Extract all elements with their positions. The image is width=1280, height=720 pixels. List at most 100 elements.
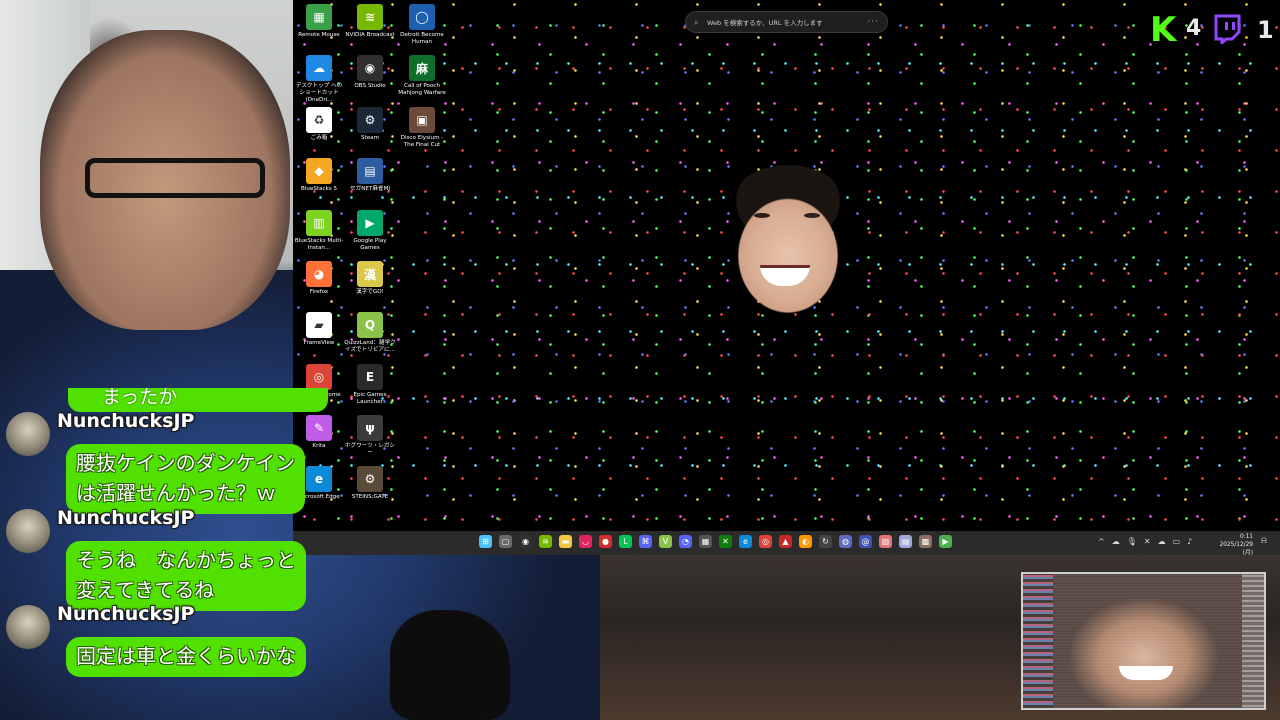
- tray-icon[interactable]: ☁: [1158, 537, 1166, 546]
- desktop-icon[interactable]: ✎ Krita: [293, 415, 345, 450]
- desktop-icon-label: 漢字でGO!: [356, 289, 384, 295]
- app-icon: ⚙: [357, 466, 383, 492]
- app-icon: ▣: [409, 107, 435, 133]
- desktop-icon[interactable]: ▰ FrameView: [293, 312, 345, 347]
- app-icon: 麻: [409, 55, 435, 81]
- taskbar-clock[interactable]: 0:11 2025/12/29 (月): [1213, 533, 1253, 557]
- desktop-icon[interactable]: ⚙ STEINS;GATE: [344, 466, 396, 501]
- more-icon[interactable]: ···: [867, 17, 879, 27]
- desktop-icon[interactable]: ▣ Disco Elysium - The Final Cut: [396, 107, 448, 149]
- desktop-icon-label: STEINS;GATE: [351, 494, 389, 500]
- taskbar-start-icon[interactable]: ⊞: [479, 535, 492, 548]
- taskbar-edge-icon[interactable]: e: [739, 535, 752, 548]
- desktop-icon[interactable]: ◆ BlueStacks 5: [293, 158, 345, 193]
- desktop-icon[interactable]: ▶ Google Play Games: [344, 210, 396, 252]
- taskbar-obs-icon[interactable]: ◉: [519, 535, 532, 548]
- taskbar-app7-icon[interactable]: @: [859, 535, 872, 548]
- streamer-hand: [390, 610, 510, 720]
- desktop-icon[interactable]: 麻 Call of Pooch Mahjong Warfare: [396, 55, 448, 97]
- taskbar-app6-icon[interactable]: ◍: [839, 535, 852, 548]
- desktop-icon[interactable]: ☁ デスクトップ へのショートカット (OneDri...: [293, 55, 345, 104]
- desktop-icon-label: OBS Studio: [354, 83, 386, 89]
- taskbar-app9-icon[interactable]: ▤: [899, 535, 912, 548]
- desktop-icon-label: BlueStacks 5: [300, 186, 338, 192]
- desktop-icon[interactable]: 漢漢字でGO!: [344, 261, 396, 296]
- app-icon: Q: [357, 312, 383, 338]
- guest-webcam-inset: [1021, 572, 1266, 710]
- chat-text-line: 腰抜ケインのダンケイン: [76, 451, 296, 475]
- taskbar-v-app-icon[interactable]: V: [659, 535, 672, 548]
- taskbar-record-icon[interactable]: ●: [599, 535, 612, 548]
- taskbar-file-explorer-icon[interactable]: ▬: [559, 535, 572, 548]
- desktop-icon[interactable]: ≋ NVIDIA Broadcast: [344, 4, 396, 39]
- desktop-icon[interactable]: ♻ ごみ箱: [293, 107, 345, 142]
- desktop-icon-label: ホグワーツ・レガシー: [344, 443, 396, 456]
- taskbar-app3-icon[interactable]: ▲: [779, 535, 792, 548]
- desktop-icon-label: Firefox: [309, 289, 329, 295]
- desktop-icon[interactable]: ◕ Firefox: [293, 261, 345, 296]
- desktop-icon-label: Call of Pooch Mahjong Warfare: [398, 83, 446, 96]
- taskbar-app10-icon[interactable]: ▩: [919, 535, 932, 548]
- taskbar-app4-icon[interactable]: ◐: [799, 535, 812, 548]
- desktop-icon-label: Steam: [360, 135, 380, 141]
- taskbar-app2-icon[interactable]: ▦: [699, 535, 712, 548]
- desktop-icon-label: Disco Elysium - The Final Cut: [400, 135, 444, 148]
- taskbar-app11-icon[interactable]: ▶: [939, 535, 952, 548]
- desktop-icon[interactable]: ▦ Remote Mouse: [293, 4, 345, 39]
- desktop-icon[interactable]: ⚙ Steam: [344, 107, 396, 142]
- kick-viewer-count: 4: [1186, 16, 1202, 41]
- taskbar-xbox-icon[interactable]: ✕: [719, 535, 732, 548]
- desktop-icon-label: Remote Mouse: [298, 32, 340, 38]
- desktop-icon-label: セガNET麻雀MJ: [350, 186, 390, 192]
- desktop-icon[interactable]: ◉ OBS Studio: [344, 55, 396, 90]
- app-icon: ♻: [306, 107, 332, 133]
- tray-icon[interactable]: 🎙: [1127, 537, 1137, 546]
- taskbar-app8-icon[interactable]: ▨: [879, 535, 892, 548]
- app-icon: ◉: [357, 55, 383, 81]
- app-icon: ▥: [306, 210, 332, 236]
- taskbar-app-icon[interactable]: ⌘: [639, 535, 652, 548]
- chat-username: NunchucksJP: [57, 507, 195, 529]
- tray-icon[interactable]: ☁: [1112, 537, 1120, 546]
- chat-bubble-partial: まったか: [68, 388, 328, 412]
- tray-icon[interactable]: ✕: [1144, 537, 1151, 546]
- app-icon: ▦: [306, 4, 332, 30]
- desktop-icon-label: QuizzLand：雑学クイズでトリビアに...: [344, 340, 396, 353]
- app-icon: ◕: [306, 261, 332, 287]
- user-avatar: [6, 412, 50, 456]
- tray-icon[interactable]: ▭: [1173, 537, 1181, 546]
- chat-text-line: 固定は車と金くらいかな: [76, 644, 296, 668]
- chat-text-line: そうね なんかちょっと: [76, 548, 296, 572]
- app-icon: ✎: [306, 415, 332, 441]
- app-icon: E: [357, 364, 383, 390]
- browser-search-bar[interactable]: ⌕ Web を検索するか、URL を入力します ···: [685, 11, 888, 33]
- desktop-icon-label: ごみ箱: [310, 135, 328, 141]
- tray-icon[interactable]: ♪: [1187, 537, 1192, 546]
- desktop-icon-label: デスクトップ へのショートカット (OneDri...: [295, 83, 343, 103]
- app-icon: ◆: [306, 158, 332, 184]
- notification-bell-icon[interactable]: ⍾: [1261, 536, 1267, 546]
- kick-logo-icon: K: [1150, 10, 1177, 50]
- streamer-glasses: [85, 158, 265, 198]
- tray-icon[interactable]: ^: [1098, 537, 1105, 546]
- taskbar-chrome-icon[interactable]: ◎: [759, 535, 772, 548]
- desktop-icon-label: Detroit Become Human: [400, 32, 444, 45]
- desktop-icon-label: FrameView: [303, 340, 335, 346]
- taskbar-app5-icon[interactable]: ↻: [819, 535, 832, 548]
- chat-bubble: そうね なんかちょっと 変えてきてるね: [66, 541, 306, 611]
- system-tray: ^ ☁ 🎙 ✕ ☁ ▭ ♪: [1098, 537, 1192, 546]
- taskbar-discord-icon[interactable]: ◔: [679, 535, 692, 548]
- desktop-icon[interactable]: ▥ BlueStacks Multi-Instan...: [293, 210, 345, 252]
- desktop-icon[interactable]: Q QuizzLand：雑学クイズでトリビアに...: [344, 312, 396, 354]
- taskbar-nvidia-icon[interactable]: ≋: [539, 535, 552, 548]
- guest-face-cutout: [708, 165, 868, 330]
- taskbar-task-view-icon[interactable]: ▢: [499, 535, 512, 548]
- taskbar-line-icon[interactable]: L: [619, 535, 632, 548]
- desktop-icon[interactable]: ◯ Detroit Become Human: [396, 4, 448, 46]
- desktop-icon[interactable]: ψ ホグワーツ・レガシー: [344, 415, 396, 457]
- desktop-icon[interactable]: E Epic Games Launcher: [344, 364, 396, 406]
- right-eye: [804, 213, 820, 218]
- desktop-icon[interactable]: ▤ セガNET麻雀MJ: [344, 158, 396, 193]
- chat-bubble: 腰抜ケインのダンケイン は活躍せんかった？ｗ: [66, 444, 306, 514]
- taskbar-lips-icon[interactable]: ◡: [579, 535, 592, 548]
